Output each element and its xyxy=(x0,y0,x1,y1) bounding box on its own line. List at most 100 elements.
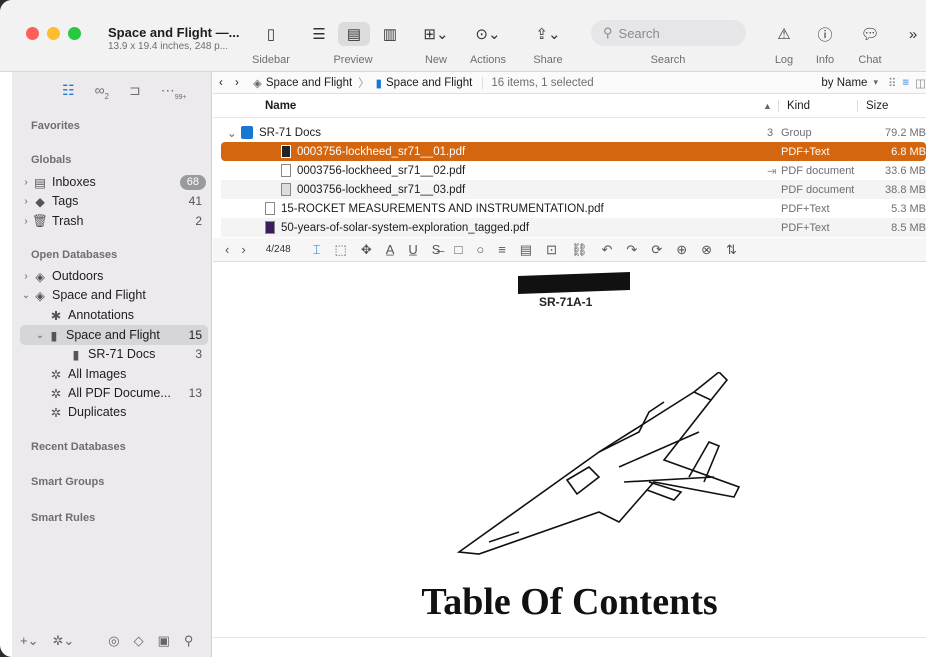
pdf-thumbnail-icon xyxy=(265,202,275,215)
table-row[interactable]: 15-ROCKET MEASUREMENTS AND INSTRUMENTATI… xyxy=(221,199,926,218)
minimize-button[interactable] xyxy=(47,27,60,40)
chevron-right-icon[interactable]: › xyxy=(20,271,32,282)
rotate-left-icon[interactable]: ↶ xyxy=(602,242,613,258)
database-stack-icon: ◈ xyxy=(35,269,45,284)
sidebar-item-outdoors[interactable]: › ◈ Outdoors xyxy=(20,266,208,286)
chat-icon[interactable]: 💬︎ xyxy=(856,22,884,46)
underline-icon[interactable]: U̲ xyxy=(408,242,417,257)
inbox-view-icon[interactable]: ⊐ xyxy=(129,82,141,101)
trash-icon: 🗑︎ xyxy=(32,213,48,228)
recent-databases-heading: Recent Databases xyxy=(31,441,126,453)
redaction-mark xyxy=(518,272,630,294)
info-icon[interactable]: ⓘ xyxy=(812,22,838,46)
sidebar-item-duplicates[interactable]: ✲ Duplicates xyxy=(20,402,208,422)
next-page-icon[interactable]: › xyxy=(241,242,245,257)
sidebar-item-inboxes[interactable]: › ▤ Inboxes 68 xyxy=(20,172,208,192)
chevron-down-icon[interactable]: ⌄ xyxy=(34,330,46,341)
gear-menu-icon[interactable]: ✲⌄ xyxy=(52,633,74,649)
preview-label: Preview xyxy=(333,54,373,66)
column-name-header[interactable]: Name xyxy=(265,100,296,112)
sr71-count: 3 xyxy=(195,347,202,361)
column-kind-header[interactable]: Kind xyxy=(778,100,810,112)
share-icon[interactable]: ⇪⌄ xyxy=(532,22,564,46)
forward-chevron-icon[interactable]: › xyxy=(235,77,253,89)
preview-list-icon[interactable]: ☰ xyxy=(305,22,333,46)
zoom-button[interactable] xyxy=(68,27,81,40)
log-warning-icon[interactable]: ⚠ xyxy=(771,22,797,46)
sort-menu[interactable]: by Name xyxy=(821,77,867,89)
new-icon[interactable]: ⊞⌄ xyxy=(418,22,454,46)
search-field[interactable]: ⚲ Search xyxy=(591,20,746,46)
sort-dropdown-icon[interactable]: ▾ xyxy=(873,77,878,88)
oval-icon[interactable]: ○ xyxy=(476,242,484,257)
overflow-chevron-icon[interactable]: » xyxy=(902,22,924,46)
tags-view-icon[interactable]: ∞2 xyxy=(95,82,109,101)
delete-page-icon[interactable]: ⊗ xyxy=(701,242,712,258)
table-row[interactable]: 50-years-of-solar-system-exploration_tag… xyxy=(221,218,926,237)
chevron-right-icon[interactable]: › xyxy=(20,216,32,227)
sidebar-item-all-pdf[interactable]: ✲ All PDF Docume... 13 xyxy=(20,383,208,403)
open-databases-heading: Open Databases xyxy=(31,249,118,261)
list-view-icon[interactable]: ≡ xyxy=(902,77,909,89)
sidebar-item-trash[interactable]: › 🗑︎ Trash 2 xyxy=(20,211,208,231)
strikethrough-icon[interactable]: S̶ xyxy=(432,242,441,257)
breadcrumb-database[interactable]: Space and Flight xyxy=(266,77,352,89)
chevron-right-icon[interactable]: › xyxy=(20,177,32,188)
pdf-toolbar: ‹ › 4/248 ⌶ ⬚ ✥ A̲ U̲ S̶ □ ○ ≡ ▤ ⊡ ⛓︎ ↶ … xyxy=(213,238,926,262)
rect-select-icon[interactable]: ⬚ xyxy=(335,242,347,258)
actions-icon[interactable]: ⊙⌄ xyxy=(470,22,506,46)
icon-view-icon[interactable]: ⠿ xyxy=(888,76,896,90)
link-icon[interactable]: ⛓︎ xyxy=(571,242,588,258)
info-label: Info xyxy=(815,54,835,66)
tag-outline-icon[interactable]: ◇ xyxy=(134,633,144,649)
row-name: 50-years-of-solar-system-exploration_tag… xyxy=(281,221,530,234)
sidebar-item-all-images[interactable]: ✲ All Images xyxy=(20,364,208,384)
sidebar-item-space-and-flight-db[interactable]: ⌄ ◈ Space and Flight xyxy=(20,285,208,305)
pan-icon[interactable]: ✥ xyxy=(361,242,372,258)
sidebar-item-sr71-docs[interactable]: ▮ SR-71 Docs 3 xyxy=(20,344,208,364)
previous-page-icon[interactable]: ‹ xyxy=(225,242,229,257)
table-row[interactable]: 0003756-lockheed_sr71__03.pdf PDF docume… xyxy=(221,180,926,199)
chevron-right-icon[interactable]: › xyxy=(20,196,32,207)
chevron-down-icon[interactable]: ⌄ xyxy=(221,126,241,140)
note-icon[interactable]: ▤ xyxy=(520,242,532,258)
traffic-lights xyxy=(26,27,81,40)
table-row[interactable]: ⌄ SR-71 Docs 3 Group 79.2 MB xyxy=(221,123,926,142)
reorder-icon[interactable]: ⇅ xyxy=(726,242,737,258)
rectangle-icon[interactable]: □ xyxy=(454,242,462,257)
window-title: Space and Flight —... xyxy=(108,25,240,40)
sidebar-item-label: Annotations xyxy=(68,308,135,322)
textbox-icon[interactable]: ⊡ xyxy=(546,242,557,258)
sidebar-toggle-icon[interactable]: ▯ xyxy=(258,22,284,46)
row-name: 0003756-lockheed_sr71__03.pdf xyxy=(297,183,466,196)
table-row[interactable]: 0003756-lockheed_sr71__01.pdf PDF+Text 6… xyxy=(221,142,926,161)
column-view-icon[interactable]: ◫ xyxy=(915,76,926,90)
list-view-icon[interactable]: ☷ xyxy=(62,82,75,101)
breadcrumb-group[interactable]: Space and Flight xyxy=(386,77,472,89)
search-label: Search xyxy=(650,54,686,66)
sidebar-footer: +⌄ ✲⌄ ◎ ◇ ▣ ⚲ xyxy=(20,633,208,649)
rotate-all-icon[interactable]: ⟳ xyxy=(651,242,662,258)
image-icon[interactable]: ▣ xyxy=(158,633,170,649)
add-menu-icon[interactable]: +⌄ xyxy=(20,633,38,649)
back-chevron-icon[interactable]: ‹ xyxy=(219,77,235,89)
globals-heading: Globals xyxy=(31,154,72,166)
preview-side-icon[interactable]: ▥ xyxy=(376,22,404,46)
sidebar-item-annotations[interactable]: ✱ Annotations xyxy=(20,305,208,325)
column-size-header[interactable]: Size xyxy=(857,100,888,112)
text-select-icon[interactable]: ⌶ xyxy=(313,242,321,258)
close-button[interactable] xyxy=(26,27,39,40)
sidebar-item-label: Inboxes xyxy=(52,175,96,189)
pin-icon[interactable]: ⚲ xyxy=(184,633,194,649)
table-row[interactable]: 0003756-lockheed_sr71__02.pdf ⇥ PDF docu… xyxy=(221,161,926,180)
lines-icon[interactable]: ≡ xyxy=(498,242,506,257)
add-page-icon[interactable]: ⊕ xyxy=(676,242,687,258)
preview-split-icon[interactable]: ▤ xyxy=(338,22,370,46)
rotate-right-icon[interactable]: ↷ xyxy=(626,242,637,258)
chevron-down-icon[interactable]: ⌄ xyxy=(20,290,32,301)
target-icon[interactable]: ◎ xyxy=(108,633,119,649)
highlight-icon[interactable]: A̲ xyxy=(386,242,395,257)
more-view-icon[interactable]: ⋯99+ xyxy=(161,82,187,101)
sidebar-item-space-and-flight-group[interactable]: ⌄ ▮ Space and Flight 15 xyxy=(20,325,208,345)
sidebar-item-tags[interactable]: › ◆ Tags 41 xyxy=(20,191,208,211)
